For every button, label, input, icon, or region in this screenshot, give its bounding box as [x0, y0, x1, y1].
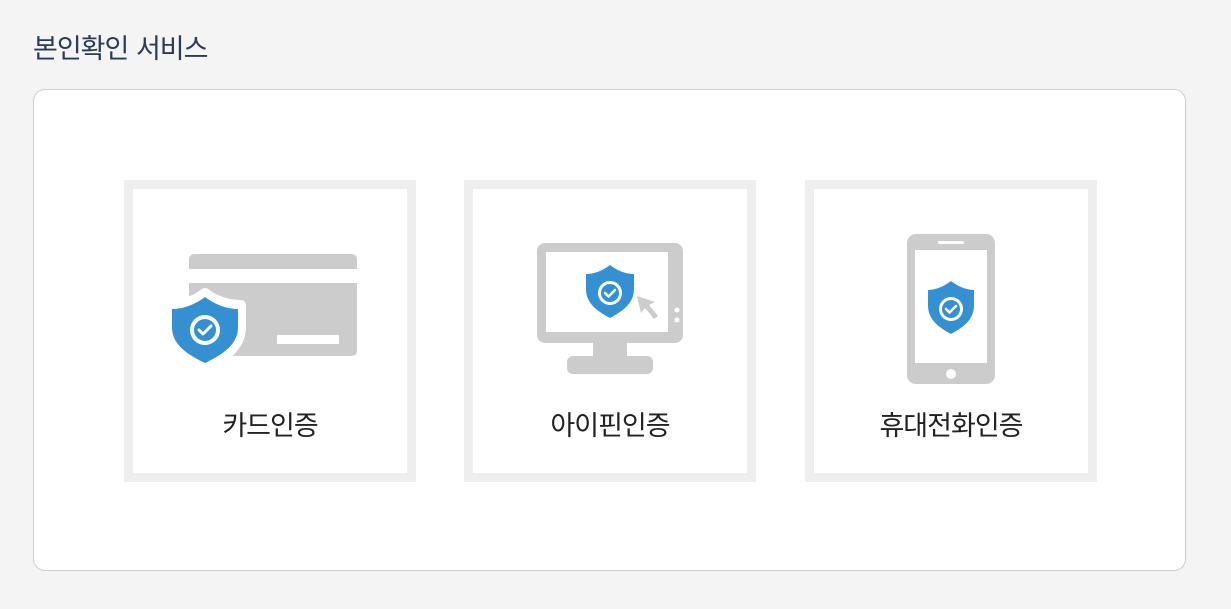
ipin-verification-label: 아이핀인증	[550, 411, 670, 442]
card-verification-label: 카드인증	[222, 411, 318, 442]
phone-verification-button[interactable]: 휴대전화인증	[805, 180, 1097, 482]
page-title: 본인확인 서비스	[33, 34, 208, 65]
verification-panel: 카드인증 아이핀인증 휴대전화인증	[33, 89, 1186, 571]
ipin-verification-button[interactable]: 아이핀인증	[464, 180, 756, 482]
phone-verification-label: 휴대전화인증	[879, 411, 1023, 442]
card-verification-button[interactable]: 카드인증	[124, 180, 416, 482]
